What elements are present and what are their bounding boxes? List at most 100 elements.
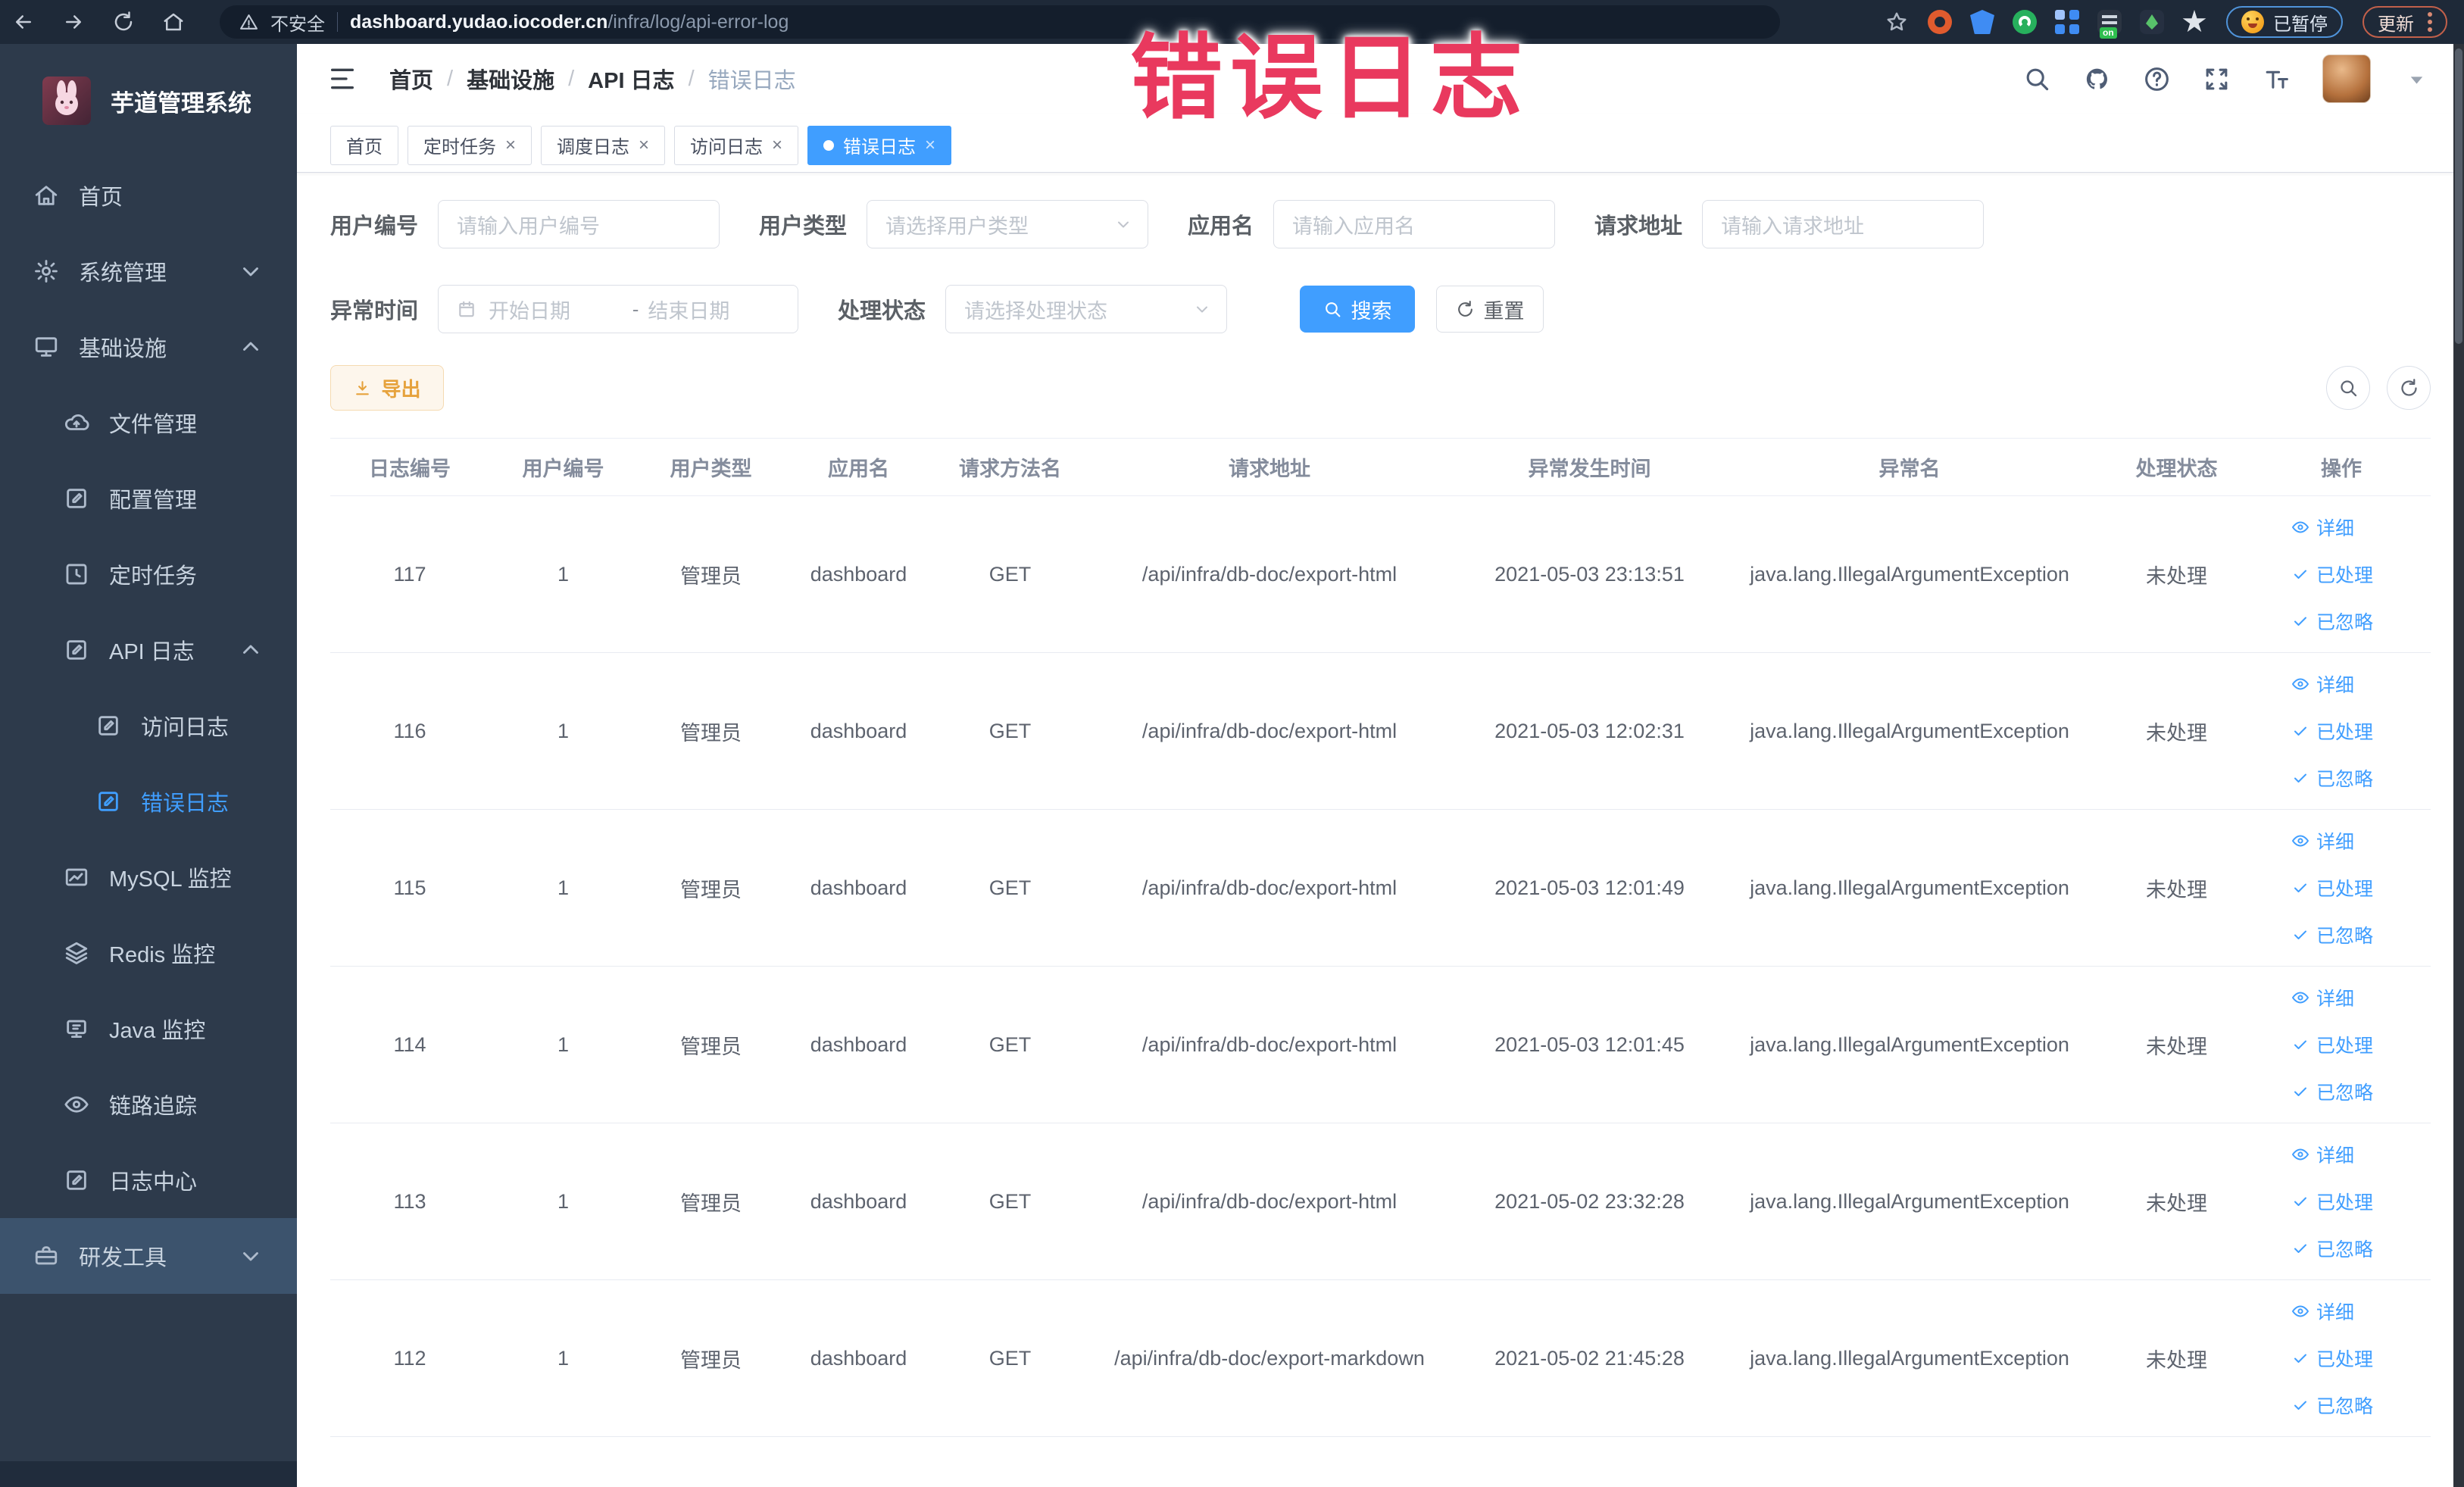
breadcrumb-item[interactable]: 基础设施 [467,63,554,95]
help-icon[interactable] [2143,65,2171,93]
reload-icon[interactable] [112,11,135,33]
action-label: 详细 [2316,989,2355,1010]
sidebar-item-config[interactable]: 配置管理 [0,461,297,536]
bookmark-star-icon[interactable] [1885,11,1908,33]
action-detail[interactable]: 详细 [2291,984,2391,1011]
action-processed[interactable]: 已处理 [2291,1031,2391,1058]
tab-访问日志[interactable]: 访问日志 × [674,125,799,165]
sidebar-item-dev-tools[interactable]: 研发工具 [0,1218,297,1294]
reset-icon [1456,300,1475,319]
action-processed[interactable]: 已处理 [2291,1345,2391,1372]
action-detail[interactable]: 详细 [2291,514,2391,541]
action-ignored[interactable]: 已忽略 [2291,921,2391,948]
tab-错误日志[interactable]: 错误日志 × [807,125,952,165]
req-url-input[interactable]: 请输入请求地址 [1702,200,1985,248]
action-ignored[interactable]: 已忽略 [2291,608,2391,635]
action-processed[interactable]: 已处理 [2291,717,2391,745]
action-detail[interactable]: 详细 [2291,1298,2391,1325]
sprout-extension-icon[interactable] [2140,10,2164,34]
search-button[interactable]: 搜索 [1300,286,1416,333]
search-icon[interactable] [2023,65,2051,93]
tab-首页[interactable]: 首页 [330,125,398,165]
fullscreen-icon[interactable] [2203,65,2231,93]
paused-extension-badge[interactable]: 已暂停 [2226,6,2343,38]
action-processed[interactable]: 已处理 [2291,1188,2391,1215]
cell-status: 未处理 [2146,878,2207,901]
eye-icon [2291,1302,2309,1320]
user-id-input[interactable]: 请输入用户编号 [438,200,720,248]
font-size-icon[interactable] [2263,65,2291,93]
user-type-select[interactable]: 请选择用户类型 [867,200,1149,248]
export-button[interactable]: 导出 [330,365,444,411]
logo-row[interactable]: 芋道管理系统 [0,44,297,158]
app-name-input[interactable]: 请输入应用名 [1273,200,1556,248]
reset-button[interactable]: 重置 [1436,286,1544,333]
pin-extension-icon[interactable] [2182,10,2206,33]
cell-method: GET [988,719,1032,742]
sidebar-item-job[interactable]: 定时任务 [0,536,297,612]
grid-extension-icon[interactable] [2055,10,2079,34]
sidebar-item-mysql[interactable]: MySQL 监控 [0,839,297,915]
action-detail[interactable]: 详细 [2291,670,2391,698]
action-detail[interactable]: 详细 [2291,1141,2391,1168]
sidebar-item-file[interactable]: 文件管理 [0,385,297,461]
cell-url: /api/infra/db-doc/export-markdown [1114,1346,1425,1370]
address-bar[interactable]: 不安全 dashboard.yudao.iocoder.cn/infra/log… [220,5,1780,39]
sidebar-item-label: API 日志 [109,640,195,664]
browser-menu-icon[interactable] [2428,20,2432,24]
sidebar-item-infra[interactable]: 基础设施 [0,309,297,385]
close-tab-icon[interactable]: × [639,136,649,155]
sidebar-item-log-center[interactable]: 日志中心 [0,1142,297,1218]
toggle-search-button[interactable] [2326,366,2370,410]
action-detail[interactable]: 详细 [2291,827,2391,854]
action-label: 详细 [2316,1302,2355,1323]
action-ignored[interactable]: 已忽略 [2291,1078,2391,1105]
github-icon[interactable] [2083,65,2111,93]
sidebar-item-access-log[interactable]: 访问日志 [0,688,297,764]
cell-user_id: 1 [557,876,570,899]
tab-定时任务[interactable]: 定时任务 × [408,125,532,165]
sidebar-item-trace[interactable]: 链路追踪 [0,1067,297,1142]
green-check-extension-icon[interactable] [2013,10,2037,34]
back-icon[interactable] [12,11,35,33]
action-ignored[interactable]: 已忽略 [2291,1235,2391,1262]
cell-exception: java.lang.IllegalArgumentException [1750,719,2069,742]
scrollbar-thumb[interactable] [2455,48,2462,344]
close-tab-icon[interactable]: × [505,136,516,155]
breadcrumb-item[interactable]: API 日志 [588,63,674,95]
chart-icon [64,864,89,890]
date-range-picker[interactable]: 开始日期 - 结束日期 [438,285,799,333]
action-ignored[interactable]: 已忽略 [2291,764,2391,792]
page-scrollbar[interactable] [2453,44,2464,1487]
adblock-extension-icon[interactable] [1928,10,1952,34]
status-select[interactable]: 请选择处理状态 [945,285,1228,333]
browser-home-icon[interactable] [162,11,185,33]
sidebar-item-label: 定时任务 [109,564,198,589]
shield-extension-icon[interactable] [1970,10,1994,34]
sidebar-item-home[interactable]: 首页 [0,158,297,233]
user-avatar[interactable] [2322,55,2371,103]
hamburger-icon[interactable] [327,64,358,94]
sidebar-item-error-log[interactable]: 错误日志 [0,764,297,839]
browser-update-button[interactable]: 更新 [2363,6,2447,38]
sidebar-item-api-log[interactable]: API 日志 [0,612,297,688]
switch-extension-icon[interactable]: on [2097,10,2122,39]
sidebar-item-redis[interactable]: Redis 监控 [0,915,297,991]
cell-app: dashboard [810,1346,907,1370]
forward-icon[interactable] [62,11,85,33]
breadcrumb-item[interactable]: 首页 [389,63,433,95]
action-ignored[interactable]: 已忽略 [2291,1392,2391,1419]
cell-status: 未处理 [2146,564,2207,588]
user-menu-caret-icon[interactable] [2403,65,2431,93]
time-filter-label: 异常时间 [330,299,419,323]
sidebar-item-system[interactable]: 系统管理 [0,233,297,309]
eye-icon [2291,832,2309,850]
action-processed[interactable]: 已处理 [2291,561,2391,588]
close-tab-icon[interactable]: × [925,136,935,155]
close-tab-icon[interactable]: × [772,136,782,155]
refresh-table-button[interactable] [2387,366,2431,410]
tab-调度日志[interactable]: 调度日志 × [541,125,666,165]
check-icon [2291,612,2309,630]
action-processed[interactable]: 已处理 [2291,874,2391,901]
sidebar-item-java[interactable]: Java 监控 [0,991,297,1067]
